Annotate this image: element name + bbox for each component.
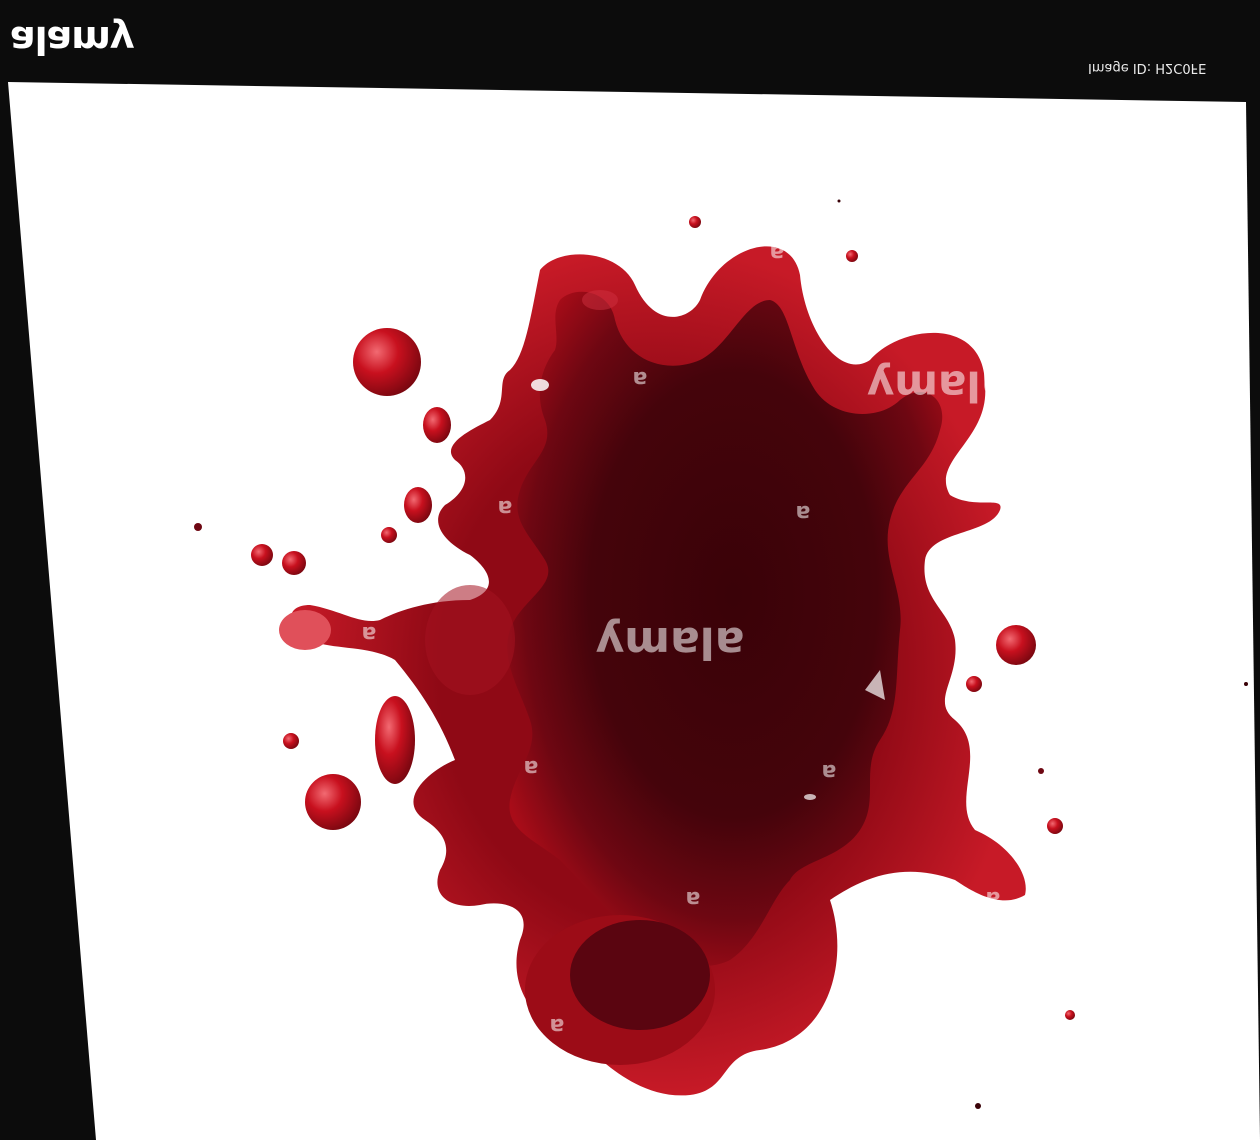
watermark-mark: a [822, 759, 837, 784]
blood-drop [375, 696, 415, 784]
blood-drop [404, 487, 432, 523]
blood-drop [282, 551, 306, 575]
watermark-mark: a [633, 366, 648, 391]
watermark-mark: a [796, 500, 811, 525]
blood-drop [423, 407, 451, 443]
blood-drop [837, 199, 841, 203]
glint [531, 379, 549, 391]
blood-drop [1065, 1010, 1075, 1020]
glint [582, 290, 618, 310]
splat-left-lobe [425, 585, 515, 695]
watermark-mark: a [524, 755, 539, 780]
watermark-text: alamy [867, 362, 1009, 411]
glint [804, 794, 816, 800]
blood-drop [846, 250, 858, 262]
blood-splatter-photo: alamy alamy a a a a a a a a a a [8, 82, 1260, 1140]
splat-tongue [279, 610, 331, 650]
watermark-mark: a [550, 1013, 565, 1038]
blood-drop [975, 1103, 981, 1109]
screenshot-page: alamy Image ID: H2C0FE alamy alamy a a a… [0, 0, 1260, 1140]
watermark-mark: a [986, 886, 1001, 911]
blood-drop [305, 774, 361, 830]
blood-drop [1038, 768, 1044, 774]
blood-drop [689, 216, 701, 228]
blood-drop [381, 527, 397, 543]
blood-drop [251, 544, 273, 566]
blood-drop [283, 733, 299, 749]
blood-drop [194, 523, 202, 531]
watermark-mark: a [498, 495, 513, 520]
blood-drop [353, 328, 421, 396]
watermark-text: alamy [596, 617, 745, 668]
watermark-mark: a [362, 621, 377, 646]
blood-drop [996, 625, 1036, 665]
blood-drop [1047, 818, 1063, 834]
blood-drop [1244, 682, 1248, 686]
watermark-mark: a [686, 886, 701, 911]
splat-lower-lobe-core [570, 920, 710, 1030]
blood-drop [966, 676, 982, 692]
watermark-mark: a [770, 240, 785, 265]
